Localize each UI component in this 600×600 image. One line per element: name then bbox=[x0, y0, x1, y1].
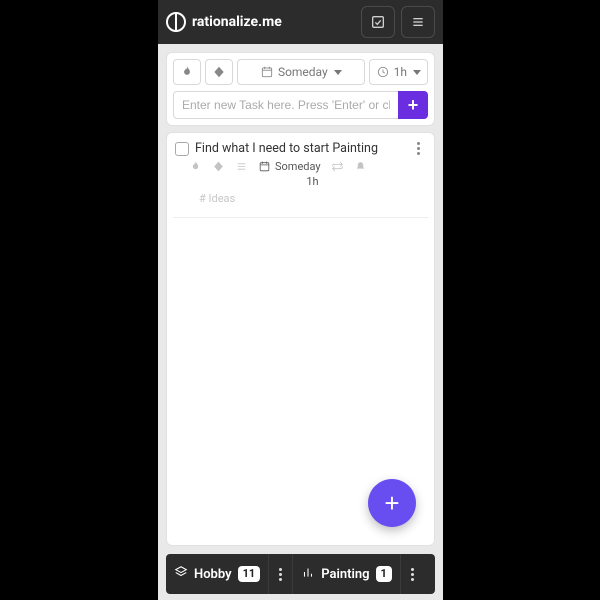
tab-painting-more[interactable] bbox=[401, 554, 425, 594]
brand-name: rationalize.me bbox=[192, 14, 282, 30]
chevron-down-icon bbox=[413, 70, 421, 75]
task-row[interactable]: Find what I need to start Painting Somed… bbox=[167, 133, 434, 215]
flame-icon bbox=[189, 160, 202, 173]
duration-filter[interactable]: 1h bbox=[369, 59, 428, 85]
tasks-card: Find what I need to start Painting Somed… bbox=[166, 132, 435, 546]
clock-icon bbox=[376, 65, 390, 79]
tab-label: Painting bbox=[321, 567, 369, 582]
tab-count-badge: 1 bbox=[376, 566, 392, 582]
new-task-input[interactable] bbox=[173, 91, 398, 119]
layers-icon bbox=[174, 565, 188, 583]
task-checkbox[interactable] bbox=[175, 142, 189, 156]
flame-icon bbox=[180, 65, 194, 79]
priority-filter[interactable] bbox=[173, 59, 201, 85]
date-filter[interactable]: Someday bbox=[237, 59, 365, 85]
task-duration-label: 1h bbox=[306, 175, 318, 188]
task-title: Find what I need to start Painting bbox=[195, 141, 404, 156]
topbar: rationalize.me bbox=[158, 0, 443, 44]
diamond-icon bbox=[212, 65, 226, 79]
divider bbox=[173, 217, 428, 218]
tab-hobby[interactable]: Hobby 11 bbox=[166, 554, 269, 594]
tab-painting[interactable]: Painting 1 bbox=[293, 554, 401, 594]
bell-icon bbox=[354, 160, 367, 173]
checklist-button[interactable] bbox=[361, 6, 395, 38]
tab-label: Hobby bbox=[194, 567, 232, 582]
hamburger-icon bbox=[410, 14, 426, 30]
brand: rationalize.me bbox=[166, 12, 282, 32]
bars-icon bbox=[301, 565, 315, 583]
tab-hobby-more[interactable] bbox=[269, 554, 293, 594]
brand-logo-icon bbox=[166, 12, 186, 32]
urgency-filter[interactable] bbox=[205, 59, 233, 85]
task-date-label: Someday bbox=[275, 160, 321, 173]
task-more-button[interactable] bbox=[410, 142, 426, 155]
task-tags-placeholder[interactable]: # Ideas bbox=[175, 188, 426, 209]
date-filter-label: Someday bbox=[278, 65, 328, 79]
list-icon bbox=[235, 160, 248, 173]
calendar-icon bbox=[260, 65, 274, 79]
checkbox-icon bbox=[370, 14, 386, 30]
tab-count-badge: 11 bbox=[238, 566, 261, 582]
add-task-button[interactable]: + bbox=[398, 91, 428, 119]
repeat-icon bbox=[331, 160, 344, 173]
diamond-icon bbox=[212, 160, 225, 173]
chevron-down-icon bbox=[334, 70, 342, 75]
new-task-card: Someday 1h + bbox=[166, 52, 435, 126]
calendar-icon bbox=[258, 160, 271, 173]
fab-add-button[interactable]: + bbox=[368, 479, 416, 527]
duration-filter-label: 1h bbox=[394, 65, 407, 79]
hamburger-button[interactable] bbox=[401, 6, 435, 38]
bottom-tabs: Hobby 11 Painting 1 bbox=[166, 554, 435, 594]
